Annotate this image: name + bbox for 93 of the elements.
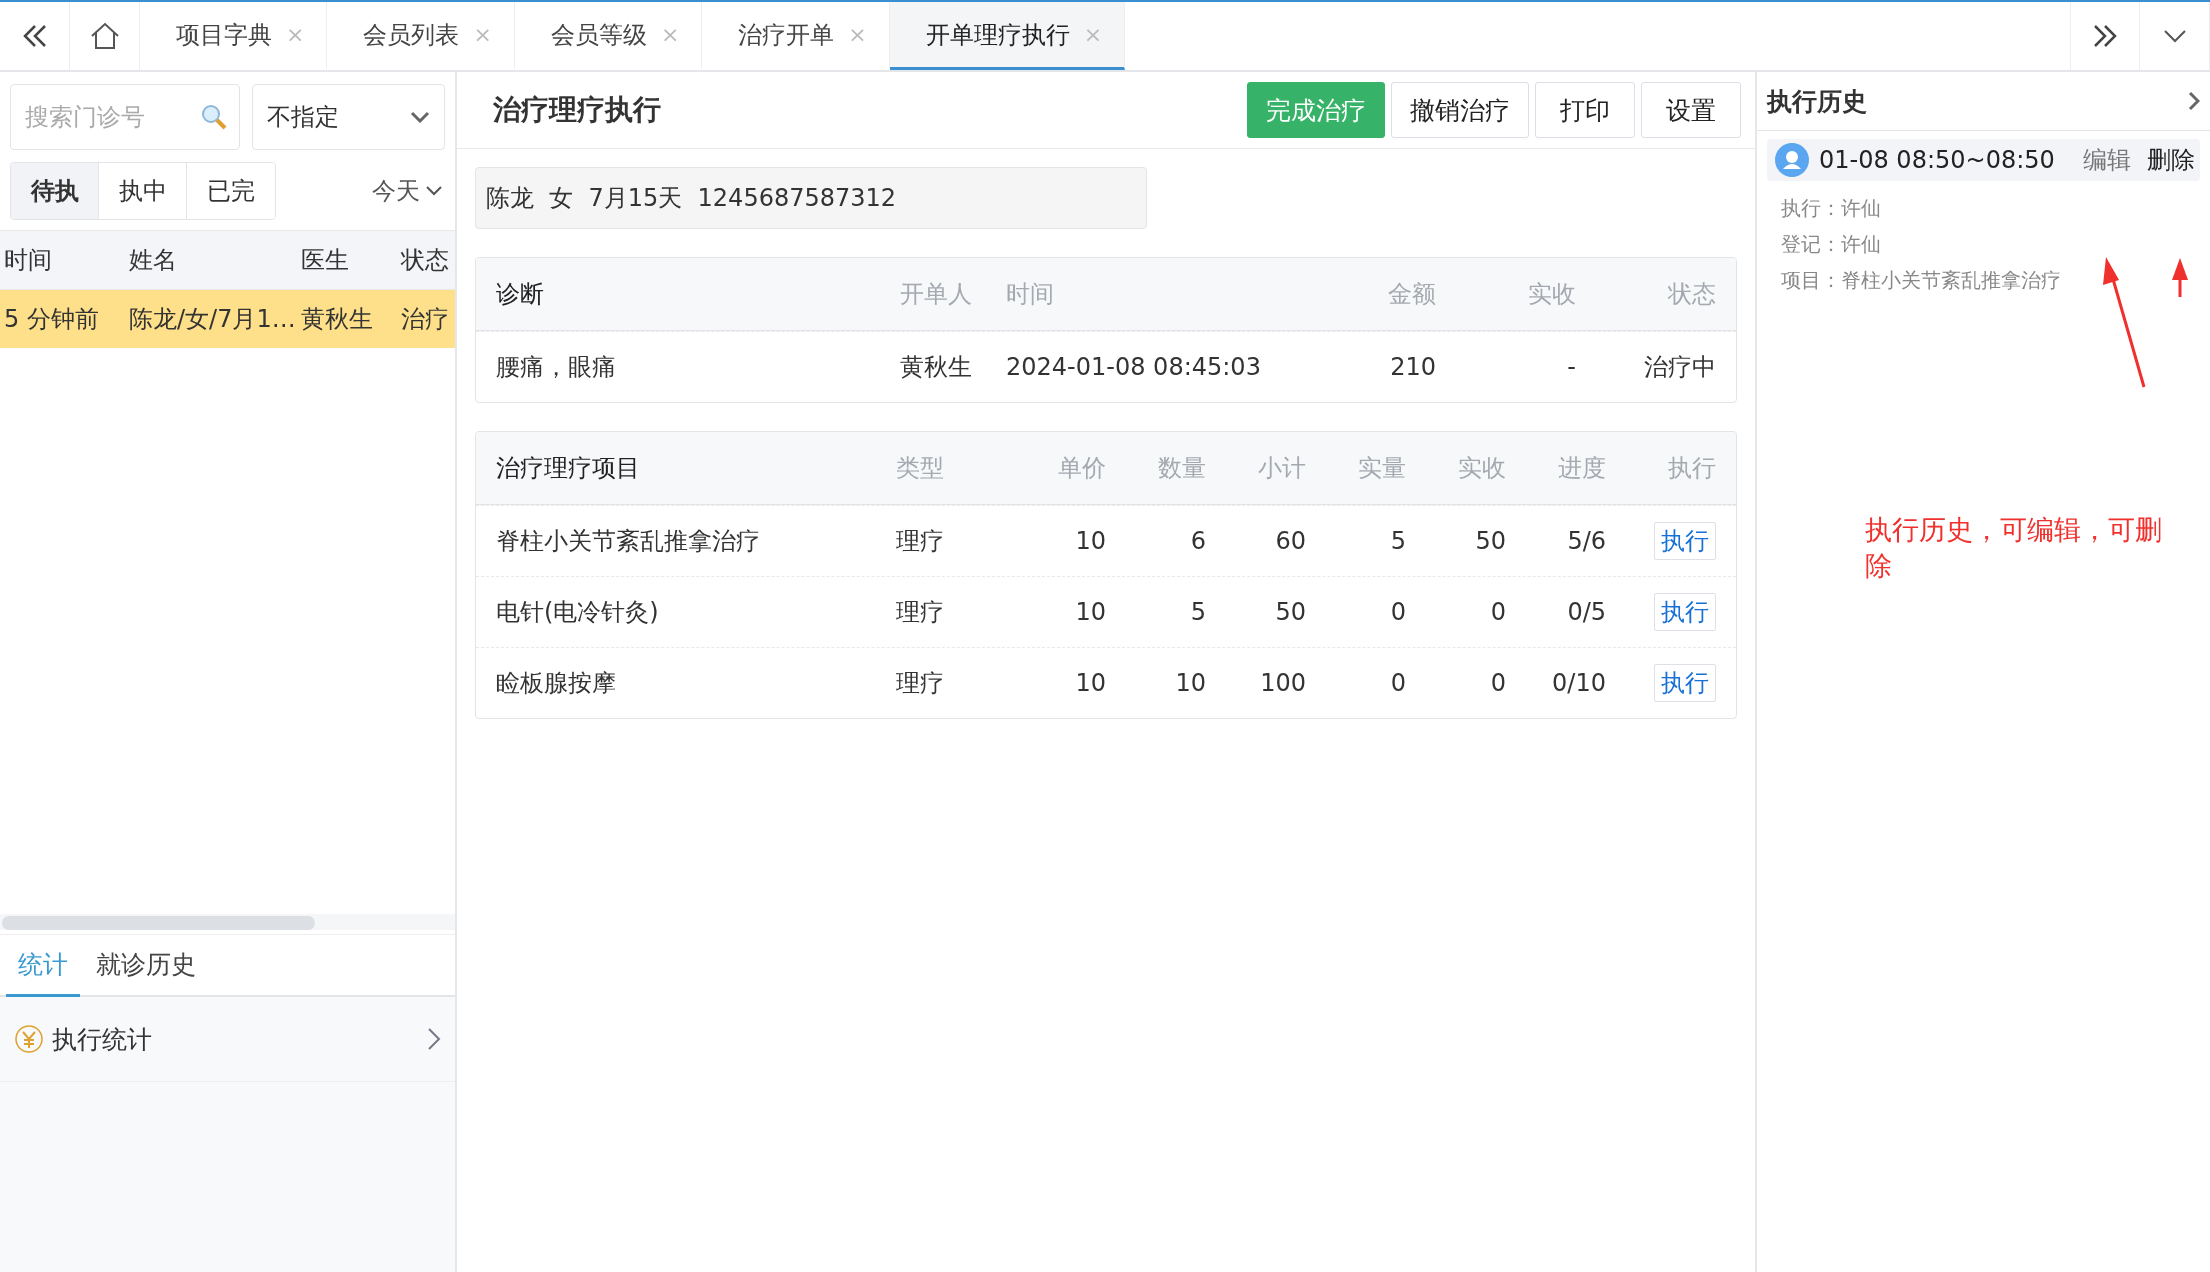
table-cell-text: 100 xyxy=(1259,669,1306,697)
column-header: 状态 xyxy=(1667,279,1716,310)
table-cell-text: 理疗 xyxy=(896,597,945,628)
action-button[interactable]: 撤销治疗 xyxy=(1391,82,1529,138)
column-header: 诊断 xyxy=(496,279,545,310)
table-cell-text: 治疗中 xyxy=(1643,352,1716,383)
scroll-tabs-right-button[interactable] xyxy=(2070,2,2140,70)
table-cell-text: 理疗 xyxy=(896,526,945,557)
table-cell-text: 腰痛，眼痛 xyxy=(496,352,617,383)
column-header: 姓名 xyxy=(128,245,178,276)
status-filter-tab[interactable]: 待执 xyxy=(11,163,99,219)
chevron-down-icon xyxy=(426,186,442,196)
page-tab[interactable]: 项目字典 × xyxy=(140,2,328,70)
table-cell-text: 2024-01-08 08:45:03 xyxy=(1006,353,1262,381)
table-cell-text: 0/10 xyxy=(1551,669,1606,697)
page-tab[interactable]: 会员列表 × xyxy=(327,2,515,70)
column-header: 时间 xyxy=(3,245,53,276)
column-header: 实收 xyxy=(1527,279,1576,310)
column-header: 小计 xyxy=(1257,453,1306,484)
execute-button[interactable]: 执行 xyxy=(1654,593,1716,631)
table-cell-text: 210 xyxy=(1389,353,1436,381)
chevron-right-icon[interactable] xyxy=(2188,91,2200,111)
table-cell-text: 10 xyxy=(1174,669,1206,697)
table-cell-text: 5 xyxy=(1189,598,1206,626)
column-header: 类型 xyxy=(896,453,945,484)
chevron-down-icon xyxy=(410,111,430,123)
execute-button[interactable]: 执行 xyxy=(1654,522,1716,560)
table-cell-text: 睑板腺按摩 xyxy=(496,668,617,699)
column-header: 医生 xyxy=(300,245,350,276)
action-button[interactable]: 设置 xyxy=(1641,82,1741,138)
column-header: 实收 xyxy=(1457,453,1506,484)
patient-info: 陈龙 女 7月15天 1245687587312 xyxy=(475,167,1147,229)
table-cell-text: 50 xyxy=(1474,527,1506,555)
table-cell-text: 黄秋生 xyxy=(899,352,973,383)
table-cell-text: 治疗 xyxy=(400,304,450,335)
table-cell-text: 10 xyxy=(1074,669,1106,697)
action-button[interactable]: 打印 xyxy=(1535,82,1635,138)
chevron-down-icon xyxy=(2162,29,2187,43)
search-field[interactable]: 搜索门诊号 xyxy=(10,84,240,150)
table-cell-text: 陈龙/女/7月1… xyxy=(128,304,297,335)
table-cell-text: 0 xyxy=(1489,669,1506,697)
table-cell-text: 黄秋生 xyxy=(300,304,374,335)
user-icon xyxy=(1775,143,1809,177)
stat-item-label[interactable]: 执行统计 xyxy=(52,1022,419,1056)
table-cell-text: 10 xyxy=(1074,598,1106,626)
page-tab[interactable]: 会员等级 × xyxy=(514,2,703,70)
column-header: 治疗理疗项目 xyxy=(496,453,641,484)
execute-button[interactable]: 执行 xyxy=(1654,664,1716,702)
table-cell-text: 50 xyxy=(1274,598,1306,626)
page-tab[interactable]: 开单理疗执行 × xyxy=(889,2,1126,70)
table-cell-text: 0 xyxy=(1489,598,1506,626)
column-header: 金额 xyxy=(1387,279,1436,310)
record-detail: 执行：许仙 xyxy=(1781,195,1881,222)
panel-title: 执行历史 xyxy=(1767,85,1867,118)
doctor-select[interactable]: 不指定 xyxy=(252,84,445,150)
table-cell-text: 0 xyxy=(1389,598,1406,626)
column-header: 状态 xyxy=(400,245,450,276)
table-cell-text: 理疗 xyxy=(896,668,945,699)
panel-tab[interactable]: 就诊历史 xyxy=(84,935,208,997)
home-icon xyxy=(89,22,120,50)
chevron-right-icon xyxy=(427,1027,441,1051)
table-cell-text: 0 xyxy=(1389,669,1406,697)
table-cell-text: 6 xyxy=(1189,527,1206,555)
table-cell-text: 60 xyxy=(1274,527,1306,555)
table-cell-text: 5 分钟前 xyxy=(3,304,100,335)
annotation-text: 执行历史，可编辑，可删除 xyxy=(1865,513,2163,583)
yen-icon xyxy=(14,1024,44,1054)
page-title: 治疗理疗执行 xyxy=(493,92,662,128)
patient-row[interactable]: 5 分钟前 陈龙/女/7月1… 黄秋生 治疗 xyxy=(0,290,455,348)
column-header: 执行 xyxy=(1667,453,1716,484)
annotation-arrow xyxy=(2172,258,2188,297)
column-header: 开单人 xyxy=(899,279,973,310)
table-cell-text: 脊柱小关节紊乱推拿治疗 xyxy=(496,526,761,557)
record-detail: 登记：许仙 xyxy=(1781,231,1881,258)
search-icon xyxy=(201,104,227,130)
table-cell-text: 10 xyxy=(1074,527,1106,555)
column-header: 数量 xyxy=(1157,453,1206,484)
table-cell-text: - xyxy=(1566,353,1576,381)
record-detail: 项目：脊柱小关节紊乱推拿治疗 xyxy=(1781,267,2061,294)
date-filter-dropdown[interactable]: 今天 xyxy=(369,175,445,207)
column-header: 进度 xyxy=(1557,453,1606,484)
record-time: 01-08 08:50~08:50 xyxy=(1819,146,2056,174)
table-cell-text: 5 xyxy=(1389,527,1406,555)
scrollbar-thumb[interactable] xyxy=(2,916,315,930)
page-tab[interactable]: 治疗开单 × xyxy=(702,2,890,70)
table-cell-text: 0/5 xyxy=(1566,598,1606,626)
table-cell-text: 5/6 xyxy=(1566,527,1606,555)
delete-link[interactable]: 删除 xyxy=(2144,144,2198,176)
edit-link[interactable]: 编辑 xyxy=(2080,144,2134,176)
column-header: 单价 xyxy=(1057,453,1106,484)
column-header: 实量 xyxy=(1357,453,1406,484)
table-cell-text: 电针(电冷针灸) xyxy=(496,597,660,628)
column-header: 时间 xyxy=(1006,279,1055,310)
